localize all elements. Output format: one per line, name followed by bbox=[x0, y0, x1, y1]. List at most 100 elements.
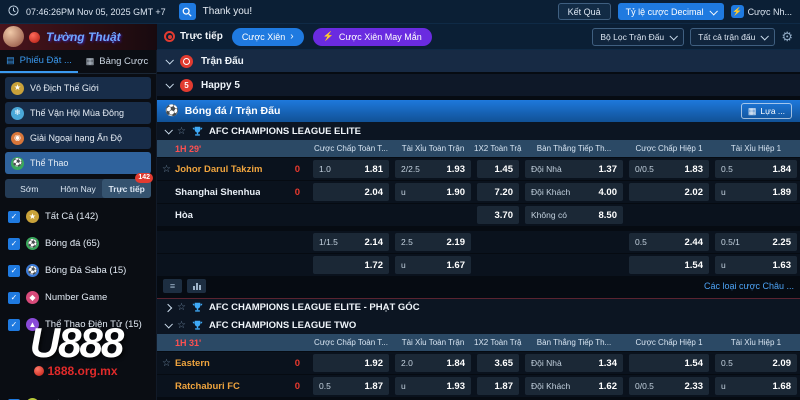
odds-button[interactable]: 0.52.09 bbox=[715, 354, 797, 372]
odds-button[interactable]: Đội Nhà1.37 bbox=[525, 160, 623, 178]
sport-filter-item[interactable]: ✓▲Thể Thao Điện Tử (15) bbox=[0, 311, 156, 338]
odds-button[interactable]: 3.70 bbox=[477, 206, 519, 224]
time-tab[interactable]: Hôm Nay bbox=[54, 179, 103, 198]
sport-filter-item[interactable]: ✓◆Number Game bbox=[0, 284, 156, 311]
league-header[interactable]: ☆ AFC CHAMPIONS LEAGUE ELITE - PHẠT GÓC bbox=[157, 298, 800, 316]
odds-cell: 2.02 bbox=[626, 181, 712, 203]
odds-button[interactable]: 2.01.84 bbox=[395, 354, 471, 372]
odds-button[interactable]: u1.93 bbox=[395, 377, 471, 395]
odds-button[interactable]: 2/2.51.93 bbox=[395, 160, 471, 178]
lucky-parlay-label: Cược Xiên May Mắn bbox=[339, 32, 422, 42]
trophy-icon bbox=[192, 126, 203, 137]
commentary-banner[interactable]: Tường Thuật bbox=[0, 24, 157, 50]
more-markets-button[interactable]: ≡ bbox=[163, 279, 182, 293]
odds-format-dropdown[interactable]: Tỷ lệ cược Decimal bbox=[618, 3, 724, 20]
odds-button[interactable]: 7.20 bbox=[477, 183, 519, 201]
odds-button[interactable]: 0.51.87 bbox=[313, 377, 389, 395]
sport-filter-item[interactable]: ✓⚽Bóng Đá Saba (15) bbox=[0, 257, 156, 284]
favorite-star-icon[interactable]: ☆ bbox=[177, 320, 186, 331]
odds-button[interactable]: 2.52.19 bbox=[395, 233, 471, 251]
odds-value: 2.33 bbox=[685, 381, 704, 392]
quick-bet-toggle[interactable]: ⚡ Cược Nh... bbox=[731, 5, 792, 18]
odds-button[interactable]: u1.90 bbox=[395, 183, 471, 201]
favorite-star-icon[interactable]: ☆ bbox=[177, 302, 186, 313]
search-button[interactable] bbox=[179, 3, 196, 20]
odds-button[interactable]: 2.02 bbox=[629, 183, 709, 201]
handicap-label: Đội Nhà bbox=[531, 164, 562, 174]
league-header[interactable]: ☆ AFC CHAMPIONS LEAGUE ELITE bbox=[157, 122, 800, 140]
time-tab[interactable]: Trực tiếp142 bbox=[102, 179, 151, 198]
odds-cell: 1.72 bbox=[310, 254, 392, 276]
accordion-happy5[interactable]: 5 Happy 5 bbox=[157, 74, 800, 96]
odds-button[interactable]: u1.89 bbox=[715, 183, 797, 201]
odds-value: 2.09 bbox=[773, 358, 792, 369]
league-select-button[interactable]: ▦ Lựa ... bbox=[741, 103, 792, 119]
odds-button[interactable]: 1.72 bbox=[313, 256, 389, 274]
odds-button[interactable]: u1.67 bbox=[395, 256, 471, 274]
trophy-icon bbox=[192, 302, 203, 313]
odds-column-header: Tài Xỉu Hiệp 1 bbox=[712, 144, 800, 153]
settings-gear-icon[interactable]: ⚙ bbox=[781, 30, 793, 43]
time-tab-label: Hôm Nay bbox=[60, 184, 95, 194]
sidebar-item[interactable]: ❄Thế Vận Hội Mùa Đông bbox=[5, 102, 151, 124]
tab-phieu-dat[interactable]: ▤ Phiếu Đặt ... bbox=[0, 50, 78, 73]
odds-button[interactable]: u1.63 bbox=[715, 256, 797, 274]
odds-button[interactable]: 1.45 bbox=[477, 160, 519, 178]
odds-button[interactable]: 1/1.52.14 bbox=[313, 233, 389, 251]
odds-button[interactable]: 1.54 bbox=[629, 256, 709, 274]
checkbox[interactable]: ✓ bbox=[8, 265, 20, 277]
handicap-label: 0.5/1 bbox=[721, 237, 740, 247]
match-filter-dropdown[interactable]: Bộ Lọc Trận Đấu bbox=[592, 28, 684, 46]
odds-button[interactable]: u1.68 bbox=[715, 377, 797, 395]
topbar: 07:46:26PM Nov 05, 2025 GMT +7 Thank you… bbox=[0, 0, 800, 24]
time-tab[interactable]: Sớm bbox=[5, 179, 54, 198]
sport-filter-item[interactable]: ✓●Quần vợt (16) bbox=[0, 391, 156, 400]
stats-button[interactable] bbox=[187, 279, 206, 293]
odds-button[interactable]: Đội Nhà1.34 bbox=[525, 354, 623, 372]
favorite-star-icon[interactable]: ☆ bbox=[177, 126, 186, 137]
odds-column-header: Bàn Thắng Tiếp Th... bbox=[522, 338, 626, 347]
odds-button[interactable]: 0.52.44 bbox=[629, 233, 709, 251]
odds-value: 1.63 bbox=[773, 260, 792, 271]
sidebar-item[interactable]: ★Vô Địch Thế Giới bbox=[5, 77, 151, 99]
all-matches-dropdown[interactable]: Tất cả trận đấu bbox=[690, 28, 775, 46]
odds-cell: 2.01.84 bbox=[392, 352, 474, 374]
odds-button[interactable]: Đội Khách4.00 bbox=[525, 183, 623, 201]
parlay-button[interactable]: Cược Xiên › bbox=[232, 28, 304, 46]
odds-button[interactable]: 0.5/12.25 bbox=[715, 233, 797, 251]
lucky-parlay-button[interactable]: ⚡ Cược Xiên May Mắn bbox=[313, 28, 432, 46]
checkbox[interactable]: ✓ bbox=[8, 319, 20, 331]
league-header[interactable]: ☆ AFC CHAMPIONS LEAGUE TWO bbox=[157, 316, 800, 334]
odds-button[interactable]: 1.87 bbox=[477, 377, 519, 395]
odds-button[interactable]: Đội Khách1.62 bbox=[525, 377, 623, 395]
sidebar-item[interactable]: ⚽Thể Thao bbox=[5, 152, 151, 174]
all-sports-icon: ★ bbox=[26, 210, 39, 223]
odds-button[interactable]: Không có8.50 bbox=[525, 206, 623, 224]
sport-filter-item[interactable]: ✓★Tất Cả (142) bbox=[0, 203, 156, 230]
favorite-star-icon[interactable]: ☆ bbox=[162, 164, 171, 175]
odds-button[interactable]: 0/0.51.83 bbox=[629, 160, 709, 178]
sidebar-item-label: Thể Thao bbox=[30, 158, 68, 168]
checkbox[interactable]: ✓ bbox=[8, 211, 20, 223]
favorite-star-icon[interactable]: ☆ bbox=[162, 358, 171, 369]
odds-value: 3.70 bbox=[495, 210, 514, 221]
accordion-label: Trận Đấu bbox=[201, 56, 244, 67]
odds-button[interactable]: 0.51.84 bbox=[715, 160, 797, 178]
sport-filter-item[interactable]: ✓⚽Bóng đá (65) bbox=[0, 230, 156, 257]
odds-button[interactable]: 1.92 bbox=[313, 354, 389, 372]
odds-button[interactable]: 1.54 bbox=[629, 354, 709, 372]
tab-bang-cuoc[interactable]: ▦ Bảng Cược bbox=[78, 50, 156, 73]
european-bets-link[interactable]: Các loại cược Châu ... bbox=[704, 281, 794, 291]
odds-button[interactable]: 0/0.52.33 bbox=[629, 377, 709, 395]
handicap-label: u bbox=[401, 187, 406, 197]
odds-cell: Không có8.50 bbox=[522, 204, 626, 226]
accordion-tran-dau[interactable]: Trận Đấu bbox=[157, 50, 800, 72]
results-button[interactable]: Kết Quả bbox=[558, 3, 611, 20]
checkbox[interactable]: ✓ bbox=[8, 292, 20, 304]
odds-button[interactable]: 1.01.81 bbox=[313, 160, 389, 178]
sidebar-item[interactable]: ◉Giải Ngoại hạng Ấn Độ bbox=[5, 127, 151, 149]
odds-button[interactable]: 3.65 bbox=[477, 354, 519, 372]
odds-button[interactable]: 2.04 bbox=[313, 183, 389, 201]
checkbox[interactable]: ✓ bbox=[8, 238, 20, 250]
handicap-label: 2.5 bbox=[401, 237, 413, 247]
